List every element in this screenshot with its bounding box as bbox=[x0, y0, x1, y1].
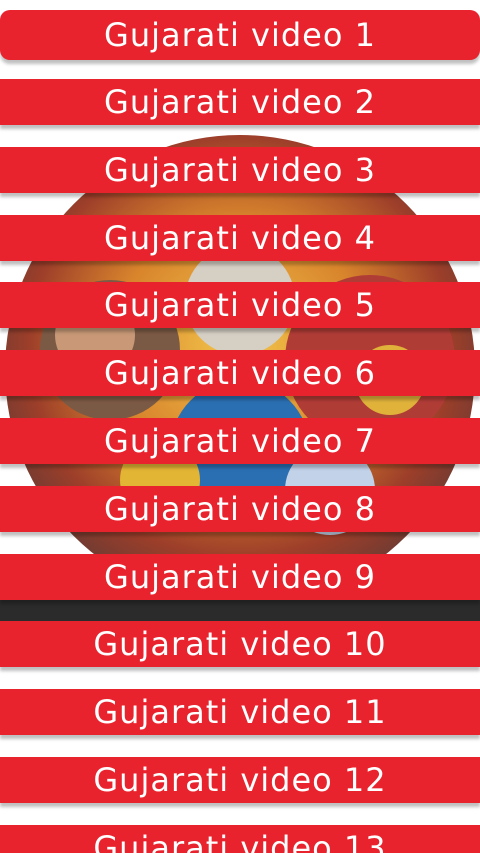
video-button-5[interactable]: Gujarati video 5 bbox=[0, 282, 480, 328]
video-button-11[interactable]: Gujarati video 11 bbox=[0, 689, 480, 735]
video-button-2[interactable]: Gujarati video 2 bbox=[0, 79, 480, 125]
video-button-4[interactable]: Gujarati video 4 bbox=[0, 215, 480, 261]
video-button-13[interactable]: Gujarati video 13 bbox=[0, 825, 480, 853]
video-button-3[interactable]: Gujarati video 3 bbox=[0, 147, 480, 193]
video-button-12[interactable]: Gujarati video 12 bbox=[0, 757, 480, 803]
video-button-7[interactable]: Gujarati video 7 bbox=[0, 418, 480, 464]
video-button-9[interactable]: Gujarati video 9 bbox=[0, 554, 480, 600]
video-button-1[interactable]: Gujarati video 1 bbox=[0, 10, 480, 60]
video-button-8[interactable]: Gujarati video 8 bbox=[0, 486, 480, 532]
video-button-6[interactable]: Gujarati video 6 bbox=[0, 350, 480, 396]
video-button-10[interactable]: Gujarati video 10 bbox=[0, 621, 480, 667]
app-screen: Gujarati video 1 Gujarati video 2 Gujarati… bbox=[0, 0, 480, 853]
